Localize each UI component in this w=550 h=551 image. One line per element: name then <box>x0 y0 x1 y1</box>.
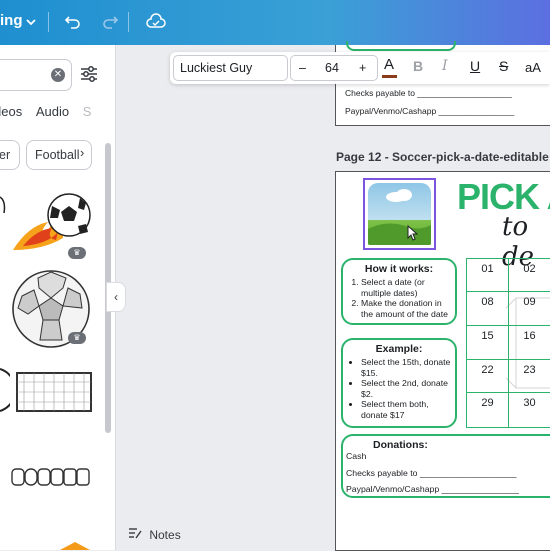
undo-icon[interactable] <box>60 9 86 35</box>
cloud-check-icon[interactable] <box>143 9 169 35</box>
chip-soccer[interactable]: er <box>0 140 20 170</box>
partial-ball-top-graphic[interactable] <box>0 195 10 215</box>
premium-crown-icon: ♛ <box>68 332 86 344</box>
soccer-ball-flame-graphic[interactable] <box>8 188 98 258</box>
chevron-down-icon[interactable] <box>18 9 44 35</box>
example-list: Select the 15th, donate $15. Select the … <box>343 357 455 421</box>
tab-audio[interactable]: Audio <box>36 104 69 119</box>
date-cell[interactable]: 01 <box>466 258 509 292</box>
toolbar-divider <box>48 12 49 32</box>
clear-search-icon[interactable]: ✕ <box>51 68 65 82</box>
partial-graphic-bottom <box>60 542 90 550</box>
bold-button[interactable]: B <box>413 58 423 74</box>
how-step: Make the donation in the amount of the d… <box>361 298 455 319</box>
tab-videos[interactable]: deos <box>0 104 22 119</box>
example-item: Select them both, donate $17 <box>361 399 455 420</box>
text-color-swatch <box>382 75 397 78</box>
font-family-select[interactable]: Luckiest Guy <box>173 55 288 81</box>
redo-icon[interactable] <box>97 9 123 35</box>
date-grid: 01 02 08 09 15 16 22 23 29 30 <box>466 258 550 428</box>
date-cell[interactable]: 09 <box>508 291 550 326</box>
example-title: Example: <box>375 343 423 355</box>
notes-icon <box>129 528 142 539</box>
top-bar: ing <box>0 0 550 45</box>
soccer-goal-graphic[interactable] <box>14 370 94 415</box>
date-cell[interactable]: 15 <box>466 325 509 360</box>
category-tabs: deos Audio S <box>0 104 101 119</box>
selected-image-frame[interactable] <box>363 178 436 250</box>
example-item: Select the 2nd, donate $2. <box>361 378 455 399</box>
date-cell[interactable]: 02 <box>508 258 550 292</box>
how-it-works-box[interactable]: How it works: Select a date (or multiple… <box>341 258 457 325</box>
notes-button[interactable]: Notes <box>128 527 181 542</box>
text-case-button[interactable]: aA <box>525 60 541 75</box>
how-step: Select a date (or multiple dates) <box>361 277 455 298</box>
notes-label: Notes <box>149 528 181 542</box>
example-box[interactable]: Example: Select the 15th, donate $15. Se… <box>341 338 457 428</box>
increase-size-button[interactable]: + <box>359 61 366 75</box>
elements-side-panel: ✕ deos Audio S er Football › ♛ <box>0 45 116 550</box>
date-cell[interactable]: 08 <box>466 291 509 326</box>
date-cell[interactable]: 29 <box>466 392 509 428</box>
page-title: Page 12 - Soccer-pick-a-date-editable <box>336 150 549 164</box>
filter-icon[interactable] <box>78 63 100 85</box>
italic-button[interactable]: I <box>442 58 448 74</box>
chevron-right-icon[interactable]: › <box>80 145 84 160</box>
date-cell[interactable]: 22 <box>466 359 509 393</box>
donations-box-edge <box>346 41 456 51</box>
paypal-line: Paypal/Venmo/Cashapp ________________ <box>345 106 515 116</box>
soccer-ball-partial-graphic[interactable] <box>0 365 10 415</box>
donation-paypal: Paypal/Venmo/Cashapp ________________ <box>346 484 519 494</box>
mouse-cursor-icon <box>407 225 419 241</box>
date-cell[interactable]: 16 <box>508 325 550 360</box>
toolbar-divider <box>128 12 129 32</box>
underline-button[interactable]: U <box>470 58 480 74</box>
date-cell[interactable]: 30 <box>508 392 550 428</box>
page-12[interactable]: PICK A to de How it works: Select a date… <box>335 171 550 551</box>
image-placeholder[interactable] <box>368 183 431 245</box>
text-format-toolbar: Luckiest Guy – 64 + A B I U S aA <box>170 52 550 84</box>
premium-crown-icon: ♛ <box>68 247 86 259</box>
donation-checks: Checks payable to ____________________ <box>346 468 517 478</box>
how-it-works-list: Select a date (or multiple dates) Make t… <box>343 277 455 319</box>
example-item: Select the 15th, donate $15. <box>361 357 455 378</box>
checks-line: Checks payable to ____________________ <box>345 88 512 98</box>
how-it-works-title: How it works: <box>364 263 434 275</box>
font-size-stepper: – 64 + <box>290 55 378 81</box>
design-canvas[interactable]: Checks payable to ____________________ P… <box>116 41 550 551</box>
donations-title: Donations: <box>373 439 428 451</box>
date-cell[interactable]: 23 <box>508 359 550 393</box>
font-size-input[interactable]: 64 <box>325 61 339 75</box>
strikethrough-button[interactable]: S <box>499 58 508 74</box>
soccer-wordart-graphic[interactable] <box>10 465 92 489</box>
tab-more[interactable]: S <box>83 104 92 119</box>
donations-box[interactable]: Donations: Cash Checks payable to ______… <box>341 434 550 498</box>
text-color-button[interactable]: A <box>384 56 394 73</box>
donation-cash: Cash <box>346 451 367 461</box>
decrease-size-button[interactable]: – <box>299 61 306 75</box>
search-input[interactable]: ✕ <box>0 59 72 91</box>
